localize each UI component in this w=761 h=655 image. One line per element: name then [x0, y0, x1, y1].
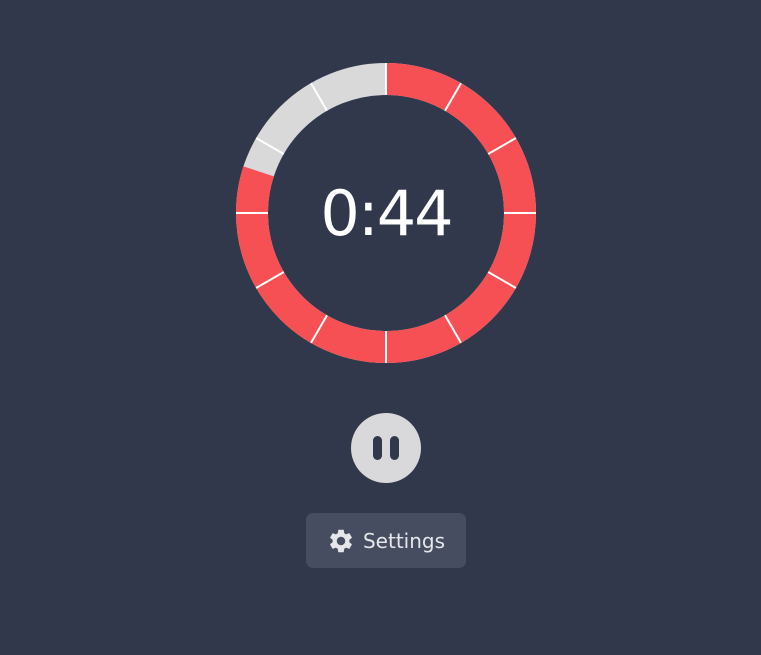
pomodoro-app: 0:44 Settings: [0, 0, 761, 655]
pause-icon: [373, 436, 399, 460]
time-remaining: 0:44: [320, 176, 453, 250]
timer-ring: 0:44: [236, 63, 536, 363]
settings-label: Settings: [362, 528, 446, 553]
pause-button[interactable]: [351, 413, 421, 483]
gear-icon: [327, 527, 355, 555]
settings-button[interactable]: Settings: [306, 513, 466, 568]
